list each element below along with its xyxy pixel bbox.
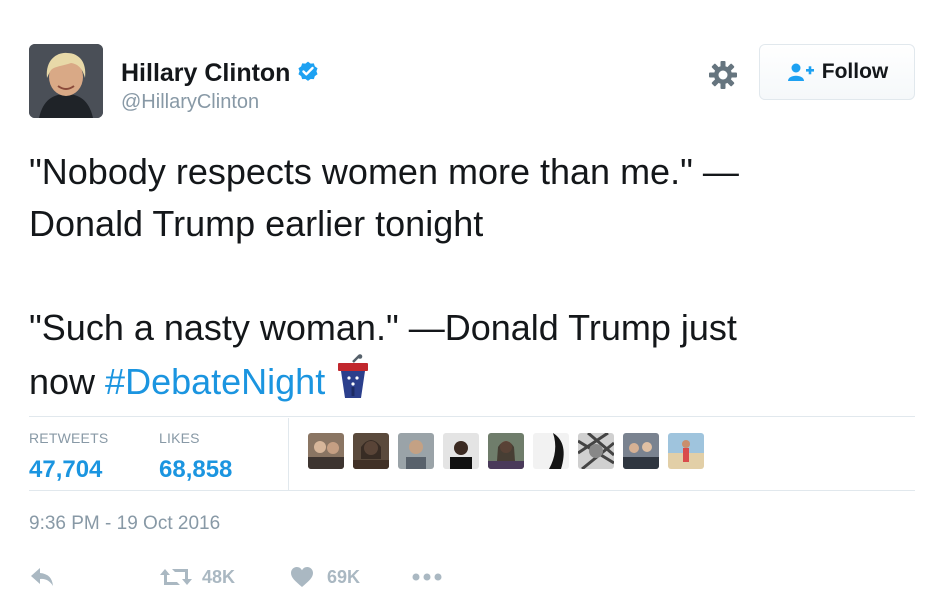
more-dots-icon: [412, 573, 442, 581]
liker-avatar[interactable]: [398, 433, 434, 469]
tweet-text: "Nobody respects women more than me." — …: [29, 146, 909, 408]
tweet-line-prefix: now: [29, 361, 106, 402]
reply-icon: [31, 568, 53, 586]
avatar[interactable]: [29, 44, 103, 118]
tweet-spacer: [29, 250, 909, 302]
liker-avatar[interactable]: [578, 433, 614, 469]
tweet-timestamp[interactable]: 9:36 PM - 19 Oct 2016: [29, 513, 220, 535]
tweet-line: "Such a nasty woman." —Donald Trump just: [29, 307, 737, 348]
liker-avatar[interactable]: [488, 433, 524, 469]
liker-avatar[interactable]: [353, 433, 389, 469]
liker-avatars: [308, 433, 713, 469]
retweet-icon: [160, 569, 192, 585]
tweet-line: now #DebateNight: [29, 354, 909, 408]
likes-label: LIKES: [159, 430, 200, 446]
likes-value: 68,858: [159, 456, 233, 483]
name-row: Hillary Clinton: [121, 57, 321, 89]
display-name[interactable]: Hillary Clinton: [121, 59, 290, 88]
likes-stat[interactable]: LIKES 68,858: [159, 430, 232, 484]
heart-icon: [291, 567, 313, 587]
liker-avatar[interactable]: [308, 433, 344, 469]
gear-icon[interactable]: [705, 57, 741, 93]
reply-button[interactable]: [29, 566, 55, 588]
follow-button[interactable]: Follow: [759, 44, 915, 100]
tweet-line: "Nobody respects women more than me." —: [29, 151, 739, 192]
retweets-stat[interactable]: RETWEETS 47,704: [29, 430, 108, 484]
retweet-button[interactable]: 48K: [159, 566, 235, 588]
debate-podium-icon: [338, 354, 369, 398]
liker-avatar[interactable]: [443, 433, 479, 469]
stats-divider: [288, 418, 289, 490]
more-button[interactable]: [411, 566, 443, 588]
add-user-icon: [787, 63, 814, 81]
retweets-value: 47,704: [29, 456, 103, 483]
divider: [29, 490, 915, 491]
divider: [29, 416, 915, 417]
liker-avatar[interactable]: [533, 433, 569, 469]
like-button[interactable]: 69K: [290, 566, 360, 588]
user-handle[interactable]: @HillaryClinton: [121, 91, 259, 114]
verified-badge-icon: [298, 61, 319, 81]
liker-avatar[interactable]: [623, 433, 659, 469]
hashtag-link[interactable]: #DebateNight: [105, 361, 325, 402]
tweet-line: Donald Trump earlier tonight: [29, 203, 484, 244]
like-count: 69K: [327, 566, 361, 587]
retweets-label: RETWEETS: [29, 430, 109, 446]
liker-avatar[interactable]: [668, 433, 704, 469]
retweet-count: 48K: [202, 566, 236, 587]
follow-label: Follow: [821, 60, 889, 83]
